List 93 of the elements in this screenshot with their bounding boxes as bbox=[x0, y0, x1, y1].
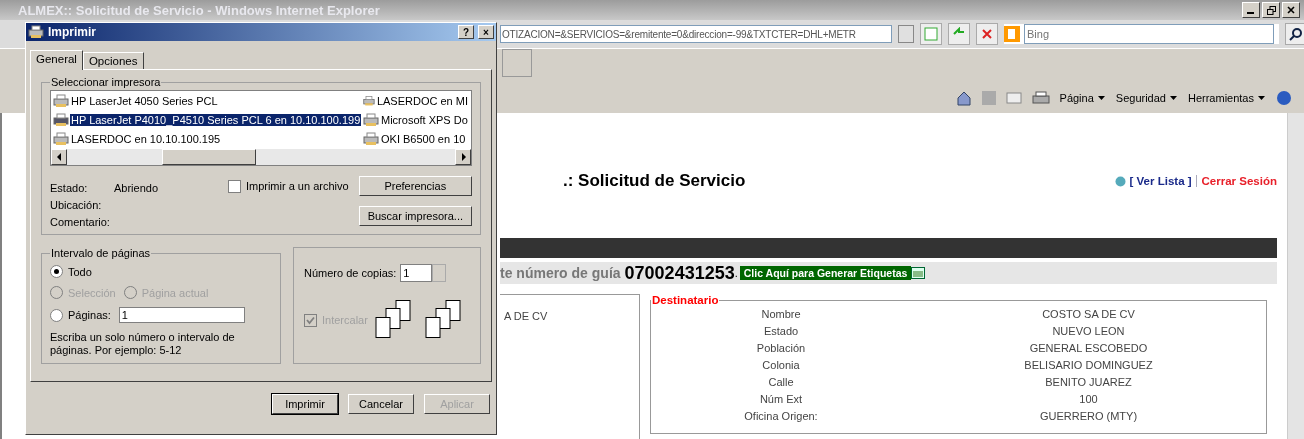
scroll-right-button[interactable] bbox=[455, 149, 471, 165]
printer-item[interactable]: Microsoft XPS Do bbox=[380, 114, 469, 126]
restore-button[interactable] bbox=[1262, 2, 1280, 18]
field-label: Calle bbox=[767, 376, 795, 388]
printer-item[interactable]: LASERDOC en MI bbox=[375, 95, 469, 108]
scroll-left-button[interactable] bbox=[51, 149, 67, 165]
tab[interactable]: General bbox=[30, 50, 83, 70]
preferences-button[interactable]: Preferencias bbox=[358, 176, 472, 196]
table-icon[interactable] bbox=[911, 267, 926, 279]
printer-icon bbox=[53, 94, 69, 109]
search-field[interactable]: Bing bbox=[1024, 24, 1274, 44]
address-field[interactable]: OTIZACION=&SERVICIOS=&remitente=0&direccion=-99&TXTCTER=DHL+METR bbox=[500, 25, 892, 43]
list-link[interactable]: [ Ver Lista ] bbox=[1129, 175, 1192, 187]
checkbox[interactable] bbox=[227, 179, 241, 193]
field-label: Estado bbox=[762, 325, 800, 337]
caret-icon bbox=[1096, 95, 1106, 101]
recipient-legend: Destinatario bbox=[651, 294, 720, 306]
left-arrow-icon bbox=[56, 153, 62, 161]
command-menu[interactable]: Seguridad bbox=[1115, 92, 1178, 104]
field-value: BENITO JUAREZ bbox=[1044, 376, 1133, 388]
guide-label: te número de guía bbox=[500, 265, 621, 281]
page-heading: .: Solicitud de Servicio bbox=[563, 171, 746, 191]
status-label: Ubicación: bbox=[50, 199, 103, 211]
stop-button[interactable] bbox=[976, 23, 998, 45]
copies-field[interactable]: 1 bbox=[400, 264, 433, 282]
right-arrow-icon bbox=[460, 153, 466, 161]
field-label: Núm Ext bbox=[758, 393, 804, 405]
field-value: COSTO SA DE CV bbox=[1041, 308, 1136, 320]
field-value: BELISARIO DOMINGUEZ bbox=[1023, 359, 1154, 371]
checkmark-icon bbox=[306, 315, 315, 325]
dialog-button[interactable]: Imprimir bbox=[272, 394, 338, 414]
refresh-button[interactable] bbox=[948, 23, 970, 45]
printer-item[interactable]: HP LaserJet P4010_P4510 Series PCL 6 en 10.10.100.199 bbox=[70, 114, 362, 126]
logout-link[interactable]: Cerrar Sesión bbox=[1195, 175, 1277, 187]
status-value: Abriendo bbox=[114, 182, 160, 194]
caret-icon bbox=[1257, 95, 1266, 101]
help-button[interactable]: ? bbox=[458, 25, 474, 39]
field-value: GUERRERO (MTY) bbox=[1038, 410, 1139, 422]
pages-field[interactable]: 1 bbox=[118, 307, 245, 323]
dialog-title: Imprimir bbox=[48, 25, 96, 39]
printer-item[interactable]: HP LaserJet 4050 Series PCL bbox=[70, 95, 219, 108]
radio-label[interactable]: Páginas: bbox=[68, 309, 111, 321]
scrollbar[interactable] bbox=[1287, 113, 1304, 439]
scroll-thumb[interactable] bbox=[162, 149, 256, 165]
command-menu[interactable]: Página bbox=[1059, 92, 1106, 104]
field-label: Oficina Origen: bbox=[743, 410, 819, 422]
close-button[interactable]: × bbox=[478, 25, 494, 39]
find-printer-button[interactable]: Buscar impresora... bbox=[358, 206, 472, 226]
window-title: ALMEX:: Solicitud de Servicio - Windows Internet Explorer bbox=[17, 2, 381, 18]
group-legend: Intervalo de páginas bbox=[50, 247, 152, 259]
guide-number: 07002431253 bbox=[624, 262, 735, 284]
search-icon bbox=[1289, 27, 1303, 41]
printer-icon bbox=[53, 131, 69, 146]
radio-label[interactable]: Todo bbox=[68, 265, 92, 278]
tab[interactable]: Opciones bbox=[82, 52, 144, 69]
printer-icon bbox=[363, 131, 379, 146]
page-icon bbox=[924, 27, 938, 41]
restore-icon bbox=[1266, 5, 1276, 15]
field-value: 100 bbox=[1078, 393, 1099, 405]
guide-suffix: . bbox=[734, 267, 738, 279]
status-label: Estado: bbox=[50, 182, 89, 194]
printer-item[interactable]: LASERDOC en 10.10.100.195 bbox=[70, 132, 222, 145]
status-label: Comentario: bbox=[50, 216, 111, 228]
close-button[interactable] bbox=[1282, 2, 1300, 18]
minimize-button[interactable] bbox=[1242, 2, 1260, 18]
printer-list[interactable]: HP LaserJet 4050 Series PCL LASERDOC en MI HP LaserJet P4010_P4510 Series PCL 6 en 10.10.100.199 Microsoft XPS Do LASERDOC en 10.10.100.195 OKI B6500 en 10 bbox=[50, 90, 472, 166]
printer-icon[interactable] bbox=[1031, 91, 1050, 105]
search-button[interactable] bbox=[1285, 23, 1304, 45]
close-icon bbox=[1287, 6, 1295, 14]
hint-text: Escriba un solo número o intervalo de páginas. Por ejemplo: 5-12 bbox=[50, 331, 236, 358]
printer-icon bbox=[363, 113, 379, 127]
printer-icon bbox=[28, 25, 44, 39]
printer-item[interactable]: OKI B6500 en 10 bbox=[380, 132, 467, 145]
checkbox-label[interactable]: Imprimir a un archivo bbox=[245, 180, 349, 192]
printer-icon bbox=[53, 113, 69, 127]
sender-name: A DE CV bbox=[504, 310, 548, 322]
compatibility-button[interactable] bbox=[920, 23, 942, 45]
field-value: GENERAL ESCOBEDO bbox=[1028, 342, 1149, 354]
generate-labels-button[interactable]: Clic Aquí para Generar Etiquetas bbox=[739, 266, 912, 280]
field-label: Población bbox=[755, 342, 807, 354]
group-legend: Seleccionar impresora bbox=[50, 76, 162, 88]
close-icon bbox=[981, 28, 993, 40]
home-icon[interactable] bbox=[955, 90, 972, 106]
radio-button[interactable] bbox=[50, 265, 63, 278]
caret-icon bbox=[1168, 95, 1178, 101]
copies-label: Número de copias: bbox=[304, 267, 397, 279]
dropdown-button[interactable] bbox=[898, 25, 914, 43]
command-menu[interactable]: Herramientas bbox=[1187, 92, 1266, 104]
field-label: Colonia bbox=[761, 359, 801, 371]
radio-button[interactable] bbox=[50, 308, 63, 322]
field-value: NUEVO LEON bbox=[1051, 325, 1126, 337]
dialog-button[interactable]: Cancelar bbox=[348, 394, 414, 414]
field-label: Nombre bbox=[760, 308, 802, 320]
